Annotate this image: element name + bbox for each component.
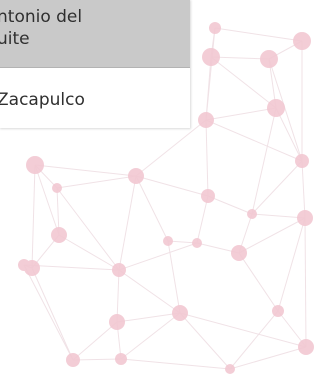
network-link [205, 119, 303, 162]
network-node [298, 339, 314, 355]
dropdown-option-label-line-1: Zacapulco [0, 90, 85, 110]
dropdown-option-label: Zacapulco [0, 89, 190, 111]
network-link [205, 107, 277, 121]
network-link [118, 242, 198, 271]
network-link [72, 321, 118, 361]
network-link [34, 164, 137, 177]
network-node [231, 245, 247, 261]
network-link [214, 27, 303, 42]
network-node [202, 48, 220, 66]
network-node [26, 156, 44, 174]
network-link [179, 312, 231, 370]
network-link [31, 267, 74, 361]
network-link [196, 195, 209, 244]
network-node [201, 189, 215, 203]
network-node [192, 238, 202, 248]
network-node [272, 305, 284, 317]
network-link [251, 160, 303, 215]
network-link [135, 119, 207, 177]
network-node [295, 154, 309, 168]
network-link [304, 217, 307, 348]
network-link [135, 175, 209, 197]
dropdown-option-antonio-del-uite[interactable]: ntonio del uite [0, 0, 190, 68]
network-link [135, 175, 169, 242]
network-link [58, 234, 120, 271]
network-node [112, 263, 126, 277]
app-screen: ntonio del uite Zacapulco [0, 0, 326, 383]
network-link [31, 164, 36, 269]
network-node [198, 112, 214, 128]
network-link [118, 175, 137, 271]
network-link [277, 217, 306, 312]
network-link [179, 312, 307, 348]
network-link [207, 195, 253, 215]
network-link [56, 175, 137, 189]
dropdown-options-panel: ntonio del uite Zacapulco [0, 0, 190, 128]
network-node [247, 209, 257, 219]
network-link [229, 346, 307, 370]
network-link [118, 269, 181, 314]
network-link [238, 252, 279, 312]
network-link [34, 164, 60, 236]
network-node [18, 259, 30, 271]
network-node [225, 364, 235, 374]
network-node [297, 210, 313, 226]
dropdown-option-label-line-1: ntonio del [0, 7, 83, 27]
network-node [172, 305, 188, 321]
dropdown-option-zacapulco[interactable]: Zacapulco [0, 68, 190, 128]
dropdown-option-label: ntonio del uite [0, 6, 190, 50]
network-link [205, 27, 216, 121]
network-node [128, 168, 144, 184]
network-link [72, 358, 122, 361]
network-link [205, 119, 209, 197]
network-link [251, 107, 277, 215]
network-node [163, 236, 173, 246]
network-link [229, 310, 279, 370]
network-link [301, 160, 306, 219]
network-node [267, 99, 285, 117]
network-node [52, 183, 62, 193]
network-node [260, 50, 278, 68]
network-link [23, 264, 74, 361]
network-link [167, 240, 181, 314]
network-link [120, 358, 231, 370]
network-node [51, 227, 67, 243]
dropdown-option-label-line-2: uite [0, 29, 30, 49]
network-node [109, 314, 125, 330]
network-node [115, 353, 127, 365]
network-node [293, 32, 311, 50]
network-node [209, 22, 221, 34]
network-link [56, 187, 120, 271]
network-node [66, 353, 80, 367]
